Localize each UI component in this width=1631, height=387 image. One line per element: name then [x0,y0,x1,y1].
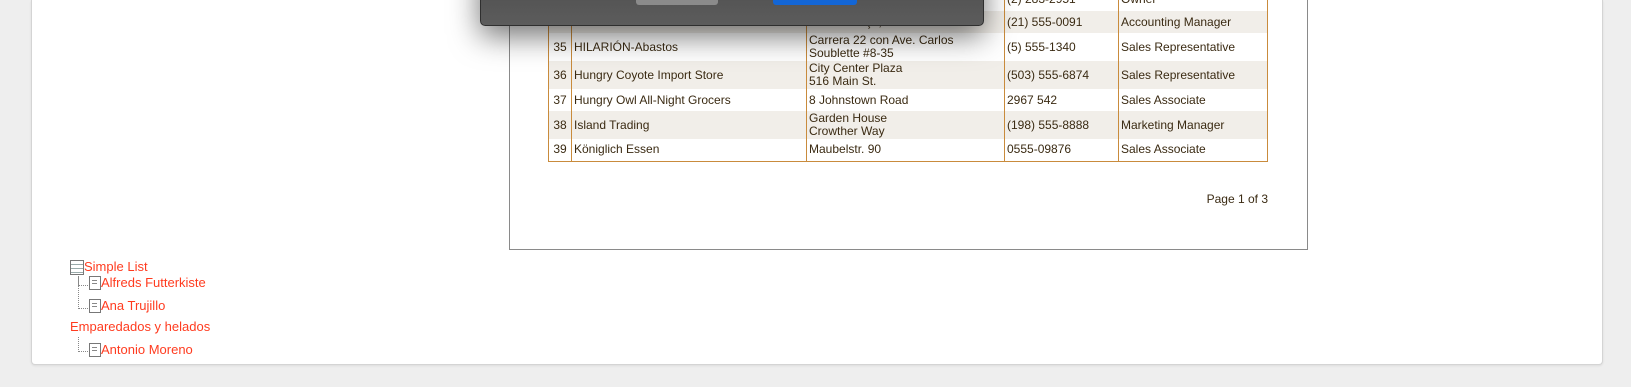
tree-connector [78,337,88,352]
row-number-cell: 37 [548,89,572,111]
page-indicator: Page 1 of 3 [1206,192,1268,206]
contact-title-cell: Sales Representative [1118,33,1268,61]
row-number-cell: 38 [548,111,572,139]
modal-dialog [480,0,984,26]
phone-cell: (503) 555-6874 [1004,61,1119,89]
contact-title-cell: Sales Associate [1118,139,1268,162]
contact-title-cell: Marketing Manager [1118,111,1268,139]
address-line: Maubelstr. 90 [809,142,882,157]
tree-item-antonio[interactable]: Antonio Moreno [89,342,193,357]
tree-item-link[interactable]: Alfreds Futterkiste [101,275,206,290]
address-cell: Carrera 22 con Ave. Carlos Soublette #8-3… [806,33,1005,61]
tree-item-link[interactable]: Ana Trujillo [101,298,165,313]
phone-cell: (198) 555-8888 [1004,111,1119,139]
dialog-secondary-button[interactable] [636,0,718,5]
phone-cell: (21) 555-0091 [1004,11,1119,33]
table-icon [70,260,84,275]
address-line: Crowther Way [809,124,885,138]
row-number-cell: 36 [548,61,572,89]
phone-cell: (5) 555-1340 [1004,33,1119,61]
company-name-cell: Königlich Essen [571,139,807,162]
address-cell: Maubelstr. 90 [806,139,1005,162]
table-row: 35 HILARIÓN-Abastos Carrera 22 con Ave. Ca… [548,33,1268,61]
tree-item-ana-continued[interactable]: Emparedados y helados [70,319,210,334]
phone-cell: 0555-09876 [1004,139,1119,162]
tree-connector [78,276,88,309]
report-page: (2) 283-2951Owner34Hanari CarnesRua do P… [509,0,1308,250]
tree-item-link[interactable]: Emparedados y helados [70,319,210,334]
company-name-cell: Hungry Coyote Import Store [571,61,807,89]
tree-root[interactable]: Simple List [70,259,148,275]
address-cell: City Center Plaza 516 Main St. [806,61,1005,89]
address-cell: Garden House Crowther Way [806,111,1005,139]
document-icon [89,276,101,290]
tree-item-alfreds[interactable]: Alfreds Futterkiste [89,275,206,290]
document-icon [89,299,101,313]
company-name-cell: Hungry Owl All-Night Grocers [571,89,807,111]
tree-root-link[interactable]: Simple List [84,259,148,274]
main-panel: (2) 283-2951Owner34Hanari CarnesRua do P… [31,0,1603,365]
tree-item-ana[interactable]: Ana Trujillo [89,298,165,313]
table-row: 36 Hungry Coyote Import Store City Center … [548,61,1268,89]
contact-title-cell: Sales Representative [1118,61,1268,89]
contact-title-cell: Owner [1118,0,1268,11]
table-row: 37 Hungry Owl All-Night Grocers 8 Johnstow… [548,89,1268,111]
phone-cell: (2) 283-2951 [1004,0,1119,11]
phone-cell: 2967 542 [1004,89,1119,111]
address-cell: 8 Johnstown Road [806,89,1005,111]
company-name-cell: Island Trading [571,111,807,139]
row-number-cell: 39 [548,139,572,162]
row-number-cell: 35 [548,33,572,61]
dialog-primary-button[interactable] [773,0,857,5]
contact-title-cell: Accounting Manager [1118,11,1268,33]
contact-title-cell: Sales Associate [1118,89,1268,111]
table-row: 39 Königlich Essen Maubelstr. 90 0555-09876… [548,139,1268,162]
company-name-cell: HILARIÓN-Abastos [571,33,807,61]
document-icon [89,343,101,357]
address-line: 516 Main St. [809,74,877,88]
address-line: Soublette #8-35 [809,46,894,60]
table-row: 38 Island Trading Garden House Crowther Way… [548,111,1268,139]
address-line: 8 Johnstown Road [809,92,909,107]
tree-item-link[interactable]: Antonio Moreno [101,342,193,357]
